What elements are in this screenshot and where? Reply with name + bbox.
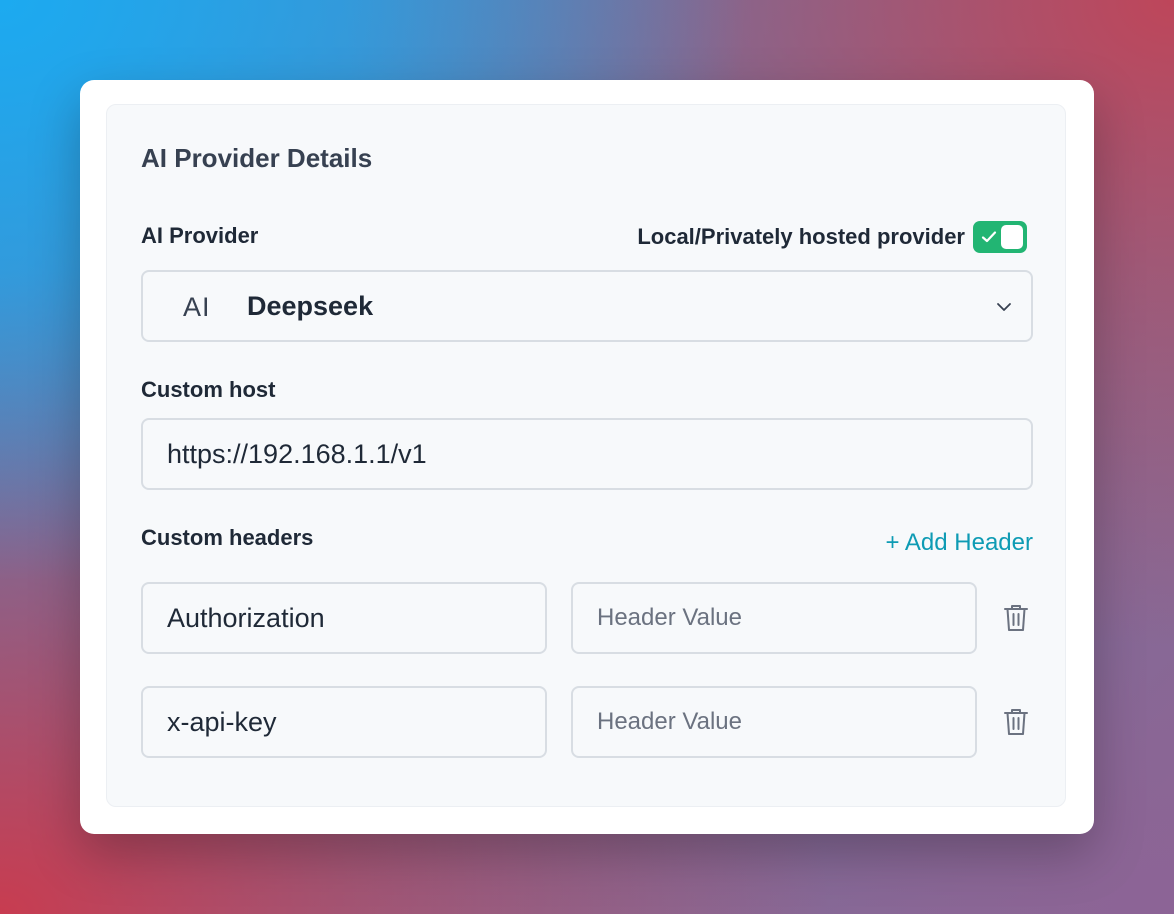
add-header-button[interactable]: + Add Header	[886, 529, 1033, 557]
ai-provider-badge: AI	[183, 292, 211, 322]
custom-host-label: Custom host	[141, 377, 276, 402]
check-icon	[981, 231, 997, 243]
header-value-input[interactable]: Header Value	[571, 582, 977, 654]
ai-provider-panel: AI Provider Details AI Provider Local/Pr…	[106, 104, 1066, 807]
local-provider-toggle-row: Local/Privately hosted provider	[637, 221, 1027, 253]
header-key-value: Authorization	[167, 602, 325, 633]
ai-provider-select[interactable]: AI Deepseek	[141, 270, 1033, 342]
chevron-down-icon	[997, 303, 1011, 311]
toggle-knob	[1001, 225, 1023, 249]
local-provider-label: Local/Privately hosted provider	[637, 224, 965, 249]
trash-icon[interactable]	[1003, 603, 1029, 633]
header-value-placeholder: Header Value	[597, 604, 742, 631]
header-value-placeholder: Header Value	[597, 708, 742, 735]
header-value-input[interactable]: Header Value	[571, 686, 977, 758]
panel-title: AI Provider Details	[141, 143, 373, 173]
header-key-input[interactable]: Authorization	[141, 582, 547, 654]
header-key-value: x-api-key	[167, 706, 277, 737]
settings-card: AI Provider Details AI Provider Local/Pr…	[80, 80, 1094, 834]
local-provider-toggle[interactable]	[973, 221, 1027, 253]
trash-icon[interactable]	[1003, 707, 1029, 737]
header-key-input[interactable]: x-api-key	[141, 686, 547, 758]
ai-provider-selected-value: Deepseek	[247, 291, 374, 321]
custom-host-value: https://192.168.1.1/v1	[167, 438, 427, 469]
ai-provider-label: AI Provider	[141, 223, 259, 248]
custom-headers-label: Custom headers	[141, 525, 314, 550]
custom-host-input[interactable]: https://192.168.1.1/v1	[141, 418, 1033, 490]
